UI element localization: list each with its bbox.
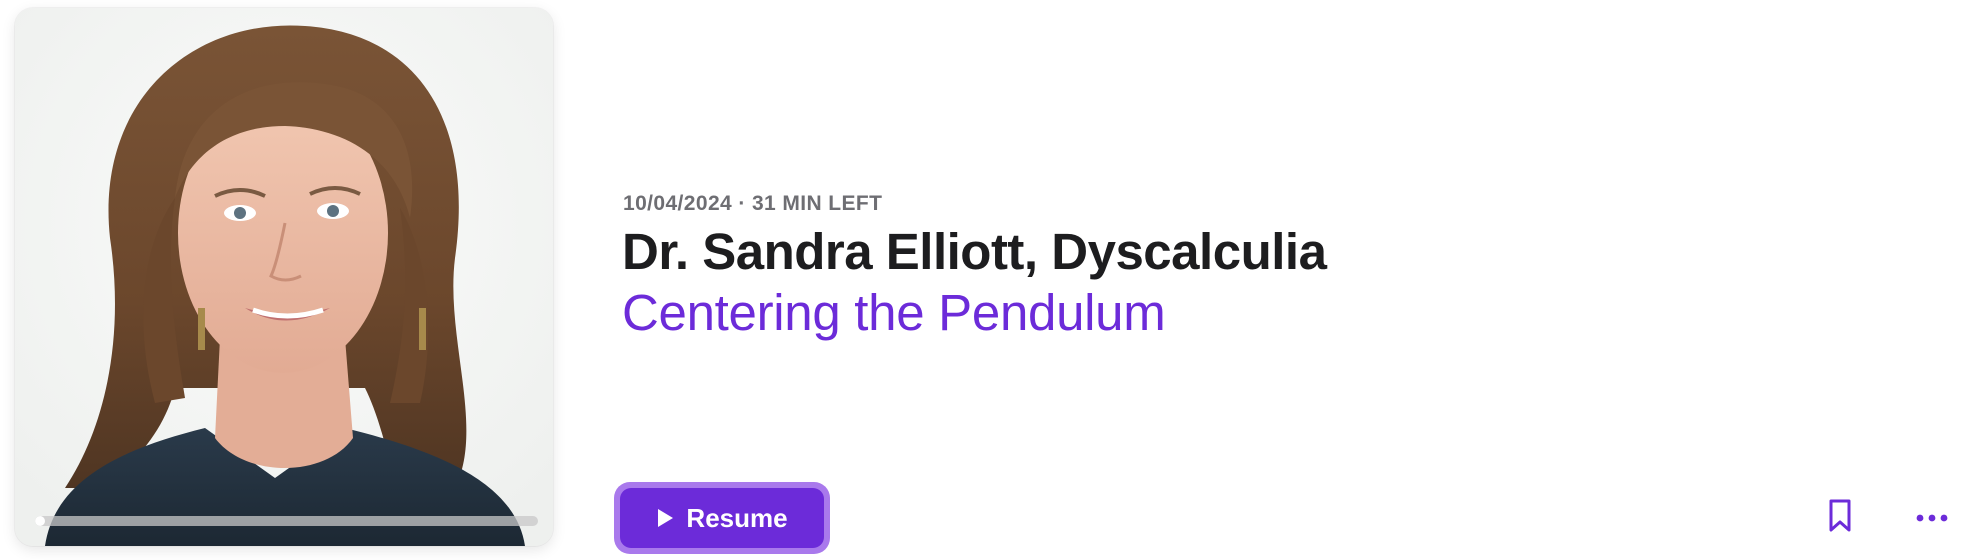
resume-button-label: Resume [686, 502, 788, 533]
play-icon [656, 508, 674, 528]
more-options-button[interactable] [1912, 500, 1952, 536]
playback-progress-bar[interactable] [35, 516, 538, 526]
bookmark-button[interactable] [1820, 496, 1860, 540]
episode-row: 10/04/2024 · 31 MIN LEFT Dr. Sandra Elli… [0, 0, 1976, 560]
episode-meta: 10/04/2024 · 31 MIN LEFT [623, 192, 883, 215]
guest-portrait-image [15, 8, 553, 546]
resume-button[interactable]: Resume [620, 488, 824, 548]
bookmark-icon [1828, 499, 1852, 538]
show-title[interactable]: Centering the Pendulum [622, 283, 1166, 342]
episode-title[interactable]: Dr. Sandra Elliott, Dyscalculia [622, 222, 1327, 281]
playback-progress-fill [35, 516, 46, 526]
resume-button-focus-ring: Resume [614, 482, 830, 554]
more-options-icon [1916, 509, 1948, 527]
episode-artwork[interactable] [15, 8, 553, 546]
